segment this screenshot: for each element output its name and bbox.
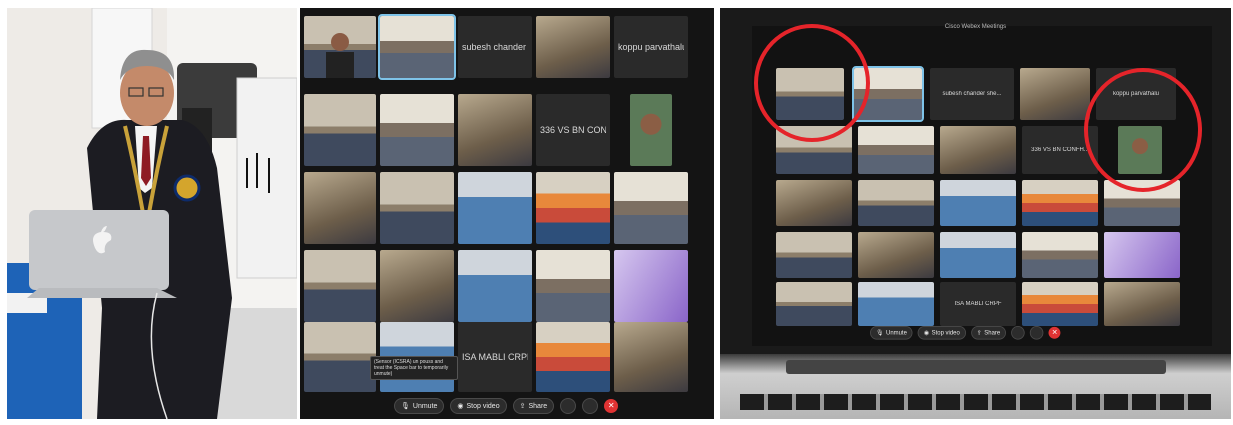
video-tile-room[interactable] xyxy=(1104,282,1180,326)
video-tile-active-speaker[interactable] xyxy=(378,14,456,80)
unmute-toast: (Sensor (ICSRA) un pouss and treat the S… xyxy=(370,356,458,380)
video-tile-room[interactable] xyxy=(458,250,532,322)
share-button[interactable]: ⇪ Share xyxy=(512,398,555,414)
video-tile-participant[interactable]: 336 VS BN CONFH... xyxy=(536,94,610,166)
video-tile-room[interactable] xyxy=(776,282,852,326)
video-tile-room[interactable] xyxy=(776,180,852,226)
video-tile-participant[interactable]: subesh chander she... xyxy=(458,16,532,78)
video-tile-hall[interactable] xyxy=(536,16,610,78)
camera-icon: ◉ xyxy=(457,403,464,410)
microphone-icon: 🎙 xyxy=(401,403,410,410)
end-call-button[interactable]: ✕ xyxy=(1048,326,1061,339)
video-tile-room[interactable] xyxy=(1022,282,1098,326)
participant-name: subesh chander she... xyxy=(942,91,1002,97)
video-tile-officer[interactable] xyxy=(304,16,376,78)
meeting-toolbar: 🎙 Unmute ◉ Stop video ⇪ Share ✕ xyxy=(394,398,619,414)
participant-name: ISA MABLI CRPF xyxy=(954,301,1002,307)
laptop-keyboard xyxy=(720,354,1231,419)
video-tile-room[interactable] xyxy=(858,180,934,226)
video-tile-room[interactable] xyxy=(858,126,934,174)
video-tile-participant[interactable]: subesh chander she... xyxy=(930,68,1014,120)
photo-man-with-laptop xyxy=(7,8,297,419)
officer-figure xyxy=(326,33,354,78)
participant-name: subesh chander she... xyxy=(462,42,528,52)
video-tile-room[interactable] xyxy=(614,172,688,244)
video-tile-room[interactable] xyxy=(380,172,454,244)
camera-icon: ◉ xyxy=(923,330,930,337)
video-tile-room[interactable] xyxy=(940,126,1016,174)
video-tile-participant[interactable]: ISA MABLI CRPF xyxy=(940,282,1016,326)
video-tile-room[interactable] xyxy=(304,94,376,166)
annotation-circle xyxy=(754,24,870,142)
share-button[interactable]: ⇪ Share xyxy=(970,326,1007,340)
video-tile-auditorium[interactable] xyxy=(536,172,610,244)
keyboard-keys xyxy=(740,394,1211,410)
stop-video-label: Stop video xyxy=(931,329,960,336)
video-tile-room[interactable] xyxy=(304,172,376,244)
video-tile-room[interactable] xyxy=(858,232,934,278)
video-tile-room[interactable] xyxy=(614,322,688,392)
share-icon: ⇪ xyxy=(976,330,982,337)
video-tile-room[interactable] xyxy=(458,94,532,166)
end-call-button[interactable]: ✕ xyxy=(604,399,619,413)
unmute-button[interactable]: 🎙 Unmute xyxy=(870,326,913,340)
participant-name: koppu parvathalu xyxy=(618,42,684,52)
participant-name: 336 VS BN CONFH... xyxy=(1031,147,1089,153)
video-tile-participant[interactable]: koppu parvathalu xyxy=(614,16,688,78)
reactions-button[interactable] xyxy=(560,398,577,414)
share-label: Share xyxy=(528,402,548,410)
video-tile-room[interactable] xyxy=(458,172,532,244)
meeting-toolbar: 🎙 Unmute ◉ Stop video ⇪ Share ✕ xyxy=(870,326,1061,340)
participant-name: ISA MABLI CRPF xyxy=(462,352,528,362)
video-tile-room[interactable] xyxy=(380,250,454,322)
video-tile-room[interactable] xyxy=(940,232,1016,278)
video-tile-room[interactable] xyxy=(858,282,934,326)
video-tile-purple[interactable] xyxy=(1104,232,1180,278)
unmute-label: Unmute xyxy=(412,402,438,410)
video-tile-room[interactable] xyxy=(536,250,610,322)
video-tile-room[interactable] xyxy=(776,232,852,278)
video-tile-hall[interactable] xyxy=(1020,68,1090,120)
video-tile-room[interactable] xyxy=(1022,232,1098,278)
laptop-hinge xyxy=(786,360,1166,374)
video-tile-face[interactable] xyxy=(630,94,672,166)
video-tile-participant[interactable]: ISA MABLI CRPF xyxy=(458,322,532,392)
video-tile-room[interactable] xyxy=(940,180,1016,226)
video-tile-purple[interactable] xyxy=(614,250,688,322)
share-label: Share xyxy=(984,329,1001,336)
more-options-button[interactable] xyxy=(1029,326,1044,340)
reactions-button[interactable] xyxy=(1011,326,1025,340)
video-tile-auditorium[interactable] xyxy=(1022,180,1098,226)
video-tile-room[interactable] xyxy=(304,250,376,322)
stop-video-button[interactable]: ◉ Stop video xyxy=(917,326,966,340)
laptop-screen-annotated: Cisco Webex Meetings subesh chander she.… xyxy=(720,8,1231,419)
more-options-button[interactable] xyxy=(582,398,599,414)
stop-video-label: Stop video xyxy=(466,402,500,410)
unmute-button[interactable]: 🎙 Unmute xyxy=(394,398,445,414)
share-icon: ⇪ xyxy=(519,403,526,410)
participant-name: 336 VS BN CONFH... xyxy=(540,125,606,135)
video-tile-room[interactable] xyxy=(536,322,610,392)
webex-screen-closeup: subesh chander she... koppu parvathalu 3… xyxy=(300,8,714,419)
stop-video-button[interactable]: ◉ Stop video xyxy=(450,398,507,414)
video-tile-room[interactable] xyxy=(304,322,376,392)
video-tile-room[interactable] xyxy=(380,94,454,166)
unmute-label: Unmute xyxy=(886,329,907,336)
microphone-icon: 🎙 xyxy=(875,330,884,337)
annotation-circle xyxy=(1084,68,1202,192)
photo-illustration xyxy=(7,8,297,419)
